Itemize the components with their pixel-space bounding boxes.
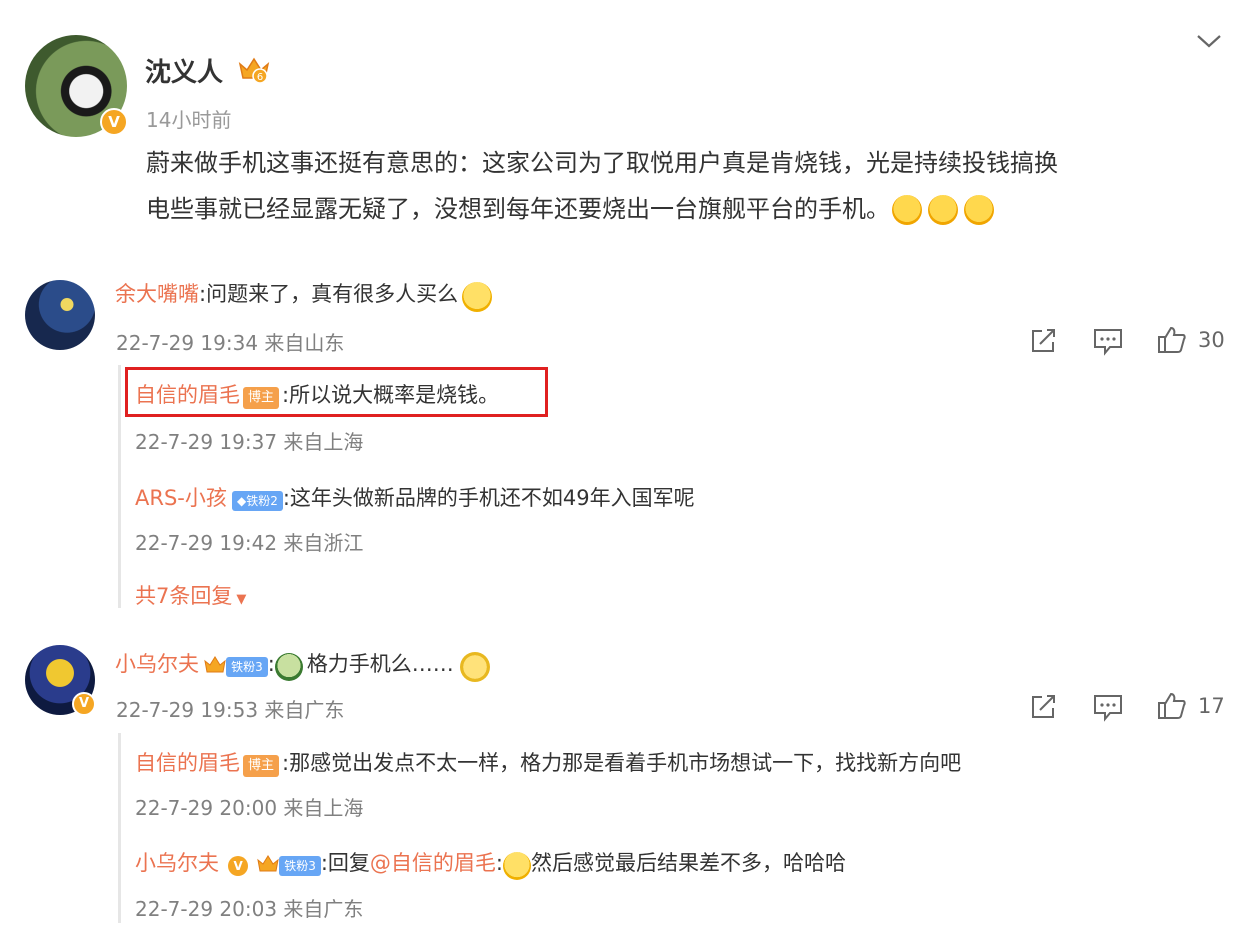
comment-meta: 22-7-29 19:53 来自广东 xyxy=(116,698,345,722)
fan-tag-label: 铁粉2 xyxy=(246,493,278,508)
sticker-emoji xyxy=(274,652,303,681)
like-icon[interactable] xyxy=(1157,326,1187,358)
fan-tag: ◆铁粉2 xyxy=(231,490,283,511)
comment-icon[interactable] xyxy=(1093,328,1123,360)
reply-meta: 22-7-29 20:00 来自上海 xyxy=(135,796,364,820)
reply-text: :那感觉出发点不太一样，格力那是看着手机市场想试一下，找找新方向吧 xyxy=(282,751,962,775)
comment-username[interactable]: 小乌尔夫 xyxy=(115,652,199,676)
crown-icon: 6 xyxy=(238,56,270,88)
reply-meta: 22-7-29 19:37 来自上海 xyxy=(135,430,364,454)
post-time: 14小时前 xyxy=(146,108,232,132)
like-icon[interactable] xyxy=(1157,692,1187,724)
reply-thread-line xyxy=(118,733,121,923)
post-text-line-2: 电些事就已经显露无疑了，没想到每年还要烧出一台旗舰平台的手机。 xyxy=(146,195,890,223)
reply-username[interactable]: 自信的眉毛 xyxy=(135,751,240,775)
reply-text: 然后感觉最后结果差不多，哈哈哈 xyxy=(530,851,846,875)
laugh-cry-emoji xyxy=(964,195,994,225)
comment-meta: 22-7-29 19:34 来自山东 xyxy=(116,331,345,355)
post-text-line: 蔚来做手机这事还挺有意思的：这家公司为了取悦用户真是肯烧钱，光是持续投钱搞换 xyxy=(146,149,1058,177)
reply: 自信的眉毛 博主:所以说大概率是烧钱。 xyxy=(135,379,499,409)
reply: ARS-小孩 ◆铁粉2:这年头做新品牌的手机还不如49年入国军呢 xyxy=(135,482,695,512)
reply: 自信的眉毛 博主:那感觉出发点不太一样，格力那是看着手机市场想试一下，找找新方向吧 xyxy=(135,747,961,777)
post-author-name[interactable]: 沈义人 xyxy=(145,52,223,89)
crown-icon xyxy=(257,854,279,878)
share-icon[interactable] xyxy=(1030,328,1058,358)
reply-thread-line xyxy=(118,365,121,608)
reply-username[interactable]: 小乌尔夫 xyxy=(135,851,219,875)
more-replies-label: 共7条回复 xyxy=(135,584,233,608)
star-emoji xyxy=(459,651,490,682)
reply-username[interactable]: 自信的眉毛 xyxy=(135,383,240,407)
reply: 小乌尔夫 V 铁粉3:回复@自信的眉毛: 然后感觉最后结果差不多，哈哈哈 xyxy=(135,847,846,880)
comment: 小乌尔夫 铁粉3: 格力手机么…… xyxy=(115,648,490,682)
comment-text: :问题来了，真有很多人买么 xyxy=(199,282,459,306)
comment: 余大嘴嘴:问题来了，真有很多人买么 xyxy=(115,278,493,312)
thinking-emoji xyxy=(462,281,493,312)
mention-link[interactable]: @自信的眉毛 xyxy=(370,851,496,875)
laugh-cry-emoji xyxy=(892,195,922,225)
more-replies-link[interactable]: 共7条回复 ▼ xyxy=(135,580,246,610)
comment-icon[interactable] xyxy=(1093,694,1123,726)
comment-text: 格力手机么…… xyxy=(306,652,454,676)
laugh-cry-emoji xyxy=(928,195,958,225)
reply-meta: 22-7-29 20:03 来自广东 xyxy=(135,897,364,921)
chevron-down-icon[interactable] xyxy=(1195,32,1223,54)
reply-prefix: :回复 xyxy=(320,851,370,875)
fan-tag: 铁粉3 xyxy=(226,656,268,677)
blogger-tag: 博主 xyxy=(243,754,280,777)
commenter-avatar[interactable] xyxy=(25,280,95,350)
comment-username[interactable]: 余大嘴嘴 xyxy=(115,282,199,306)
post-text-line: 电些事就已经显露无疑了，没想到每年还要烧出一台旗舰平台的手机。 xyxy=(146,186,1246,232)
like-count: 17 xyxy=(1198,694,1225,718)
verified-icon: V xyxy=(100,108,128,136)
reply-text: :所以说大概率是烧钱。 xyxy=(282,383,500,407)
like-count: 30 xyxy=(1198,328,1225,352)
verified-icon: V xyxy=(228,855,249,876)
blogger-tag: 博主 xyxy=(243,386,280,409)
level-badge: 6 xyxy=(257,72,263,83)
reply-username[interactable]: ARS-小孩 xyxy=(135,486,227,510)
reply-text: :这年头做新品牌的手机还不如49年入国军呢 xyxy=(282,486,695,510)
share-icon[interactable] xyxy=(1030,694,1058,724)
fan-tag: 铁粉3 xyxy=(279,855,321,876)
reply-meta: 22-7-29 19:42 来自浙江 xyxy=(135,531,364,555)
crown-icon xyxy=(204,655,226,679)
thinking-emoji xyxy=(502,851,531,880)
post-text: 蔚来做手机这事还挺有意思的：这家公司为了取悦用户真是肯烧钱，光是持续投钱搞换 电… xyxy=(146,140,1246,232)
caret-down-icon: ▼ xyxy=(236,592,247,607)
verified-icon: V xyxy=(72,692,96,716)
